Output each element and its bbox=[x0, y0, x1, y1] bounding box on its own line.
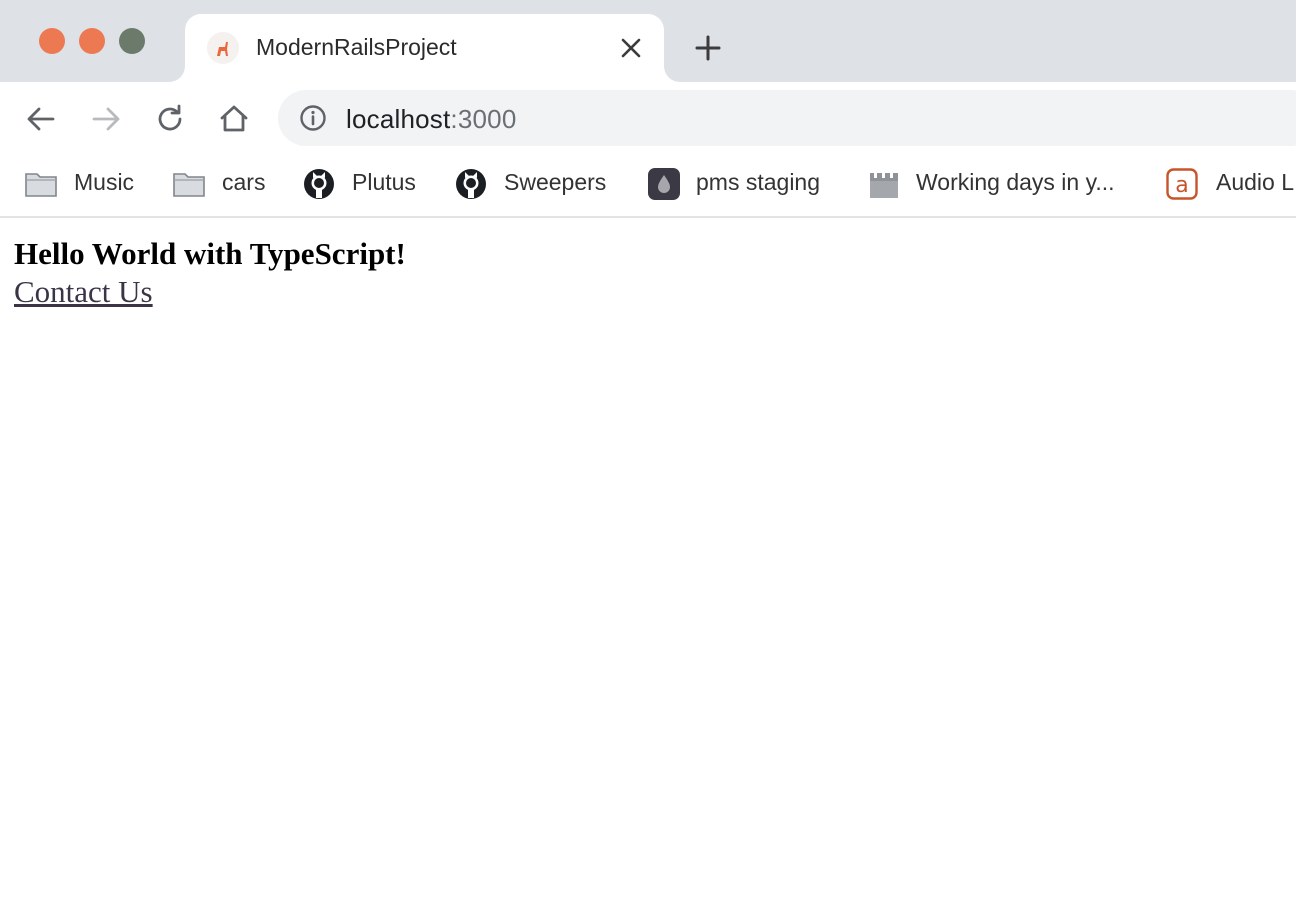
bookmark-label: Plutus bbox=[352, 169, 416, 195]
github-icon bbox=[304, 169, 334, 199]
forward-arrow-icon[interactable] bbox=[86, 99, 126, 139]
svg-text:a: a bbox=[1175, 173, 1188, 198]
browser-window: ModernRailsProject localhost:3000 Music … bbox=[0, 0, 1296, 924]
window-maximize-button[interactable] bbox=[119, 28, 145, 54]
bookmark-audio[interactable]: a Audio L bbox=[1166, 166, 1296, 202]
drop-icon bbox=[648, 168, 680, 200]
url-host: localhost bbox=[346, 104, 451, 134]
window-minimize-button[interactable] bbox=[79, 28, 105, 54]
audio-a-icon: a bbox=[1166, 168, 1198, 200]
folder-icon bbox=[173, 173, 205, 197]
url-text[interactable]: localhost:3000 bbox=[346, 104, 517, 135]
github-icon bbox=[456, 169, 486, 199]
bookmark-sweepers[interactable]: Sweepers bbox=[455, 166, 625, 202]
address-bar[interactable]: localhost:3000 bbox=[278, 90, 1296, 146]
bookmark-label: cars bbox=[222, 169, 266, 195]
bookmark-label: Music bbox=[74, 169, 135, 195]
new-tab-plus-icon[interactable] bbox=[692, 32, 724, 64]
bookmark-plutus[interactable]: Plutus bbox=[303, 166, 431, 202]
toolbar: localhost:3000 bbox=[0, 82, 1296, 156]
tab-title: ModernRailsProject bbox=[256, 34, 457, 60]
reload-icon[interactable] bbox=[150, 99, 190, 139]
bookmark-pms-staging[interactable]: pms staging bbox=[648, 166, 843, 202]
contact-us-link[interactable]: Contact Us bbox=[14, 274, 153, 310]
tab-strip: ModernRailsProject bbox=[0, 0, 1296, 82]
bookmark-label: Audio L bbox=[1216, 169, 1295, 195]
calendar-icon bbox=[870, 171, 898, 198]
info-icon[interactable] bbox=[299, 104, 327, 132]
bookmark-label: Working days in y... bbox=[916, 169, 1115, 195]
bookmark-working-days[interactable]: Working days in y... bbox=[868, 166, 1143, 202]
url-port: :3000 bbox=[450, 104, 517, 134]
bookmarks-bar: Music cars Plutus Sweepers pms staging W… bbox=[0, 156, 1296, 218]
page-content: Hello World with TypeScript! Contact Us bbox=[0, 220, 1296, 924]
page-heading: Hello World with TypeScript! bbox=[14, 236, 406, 271]
bookmark-music[interactable]: Music bbox=[24, 166, 149, 202]
back-arrow-icon[interactable] bbox=[21, 99, 61, 139]
bookmark-cars[interactable]: cars bbox=[172, 166, 277, 202]
bookmark-label: pms staging bbox=[696, 169, 821, 195]
home-icon[interactable] bbox=[214, 99, 254, 139]
bookmark-label: Sweepers bbox=[504, 169, 607, 195]
tab-active[interactable]: ModernRailsProject bbox=[185, 14, 664, 82]
rails-icon bbox=[207, 32, 239, 64]
tab-close-icon[interactable] bbox=[619, 36, 643, 60]
folder-icon bbox=[25, 173, 57, 197]
window-close-button[interactable] bbox=[39, 28, 65, 54]
